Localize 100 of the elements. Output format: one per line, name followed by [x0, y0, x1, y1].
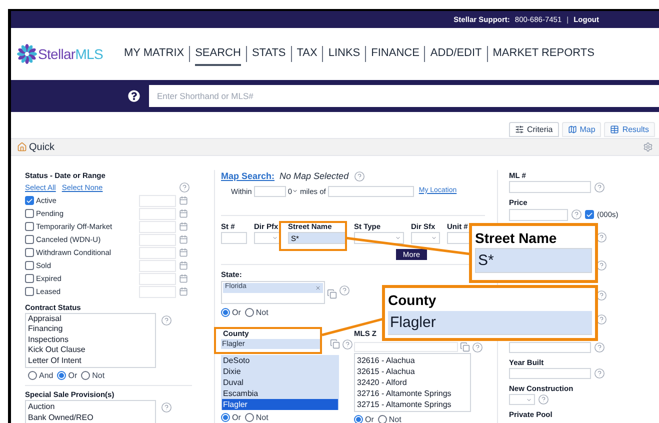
list-option[interactable]: Duval: [222, 376, 338, 388]
shorthand-input[interactable]: Enter Shorthand or MLS#: [149, 85, 659, 107]
starburst-logo-icon: [17, 44, 37, 64]
calendar-icon[interactable]: [179, 235, 188, 244]
radio-label: And: [39, 370, 54, 382]
calendar-icon[interactable]: [179, 248, 188, 257]
select-field[interactable]: [509, 394, 535, 405]
radio-label: Not: [256, 412, 268, 423]
county-list[interactable]: DeSoto Dixie Duval Escambia Flagler: [221, 354, 339, 410]
checkbox[interactable]: [25, 261, 34, 270]
calendar-icon[interactable]: [179, 287, 188, 296]
help-icon[interactable]: [128, 90, 140, 102]
list-option[interactable]: Dixie: [222, 366, 338, 377]
callout-title: Street Name: [475, 230, 558, 246]
date-input[interactable]: [139, 234, 176, 246]
calendar-icon[interactable]: [179, 261, 188, 270]
list-option[interactable]: 32716 - Altamonte Springs: [357, 388, 468, 399]
date-input[interactable]: [139, 208, 176, 220]
list-option[interactable]: Flagler: [222, 398, 338, 410]
checkbox[interactable]: [585, 210, 594, 219]
location-input[interactable]: [328, 186, 414, 197]
checkbox[interactable]: [25, 235, 34, 244]
distance-input[interactable]: [254, 186, 286, 197]
ml-number-input[interactable]: [509, 181, 591, 194]
view-tab[interactable]: Criteria: [508, 122, 559, 137]
list-option[interactable]: Letter Of Intent: [28, 356, 153, 366]
nav-link[interactable]: SEARCH: [195, 42, 241, 66]
list-option[interactable]: 32616 - Alachua: [357, 354, 468, 366]
nav-link[interactable]: ADD/EDIT: [430, 42, 482, 66]
date-input[interactable]: [139, 286, 176, 298]
list-option[interactable]: DeSoto: [222, 354, 338, 366]
checkbox[interactable]: [25, 274, 34, 283]
date-input[interactable]: [139, 194, 176, 206]
nav-link[interactable]: MARKET REPORTS: [492, 42, 594, 66]
zip-input[interactable]: [354, 342, 458, 352]
radio-button[interactable]: [221, 413, 230, 422]
copy-icon[interactable]: [330, 339, 340, 350]
radio-button[interactable]: [57, 371, 66, 380]
view-tab[interactable]: Results: [604, 122, 655, 137]
nav-link[interactable]: STATS: [252, 42, 286, 66]
chevron-down-icon: [431, 235, 437, 241]
copy-icon[interactable]: [327, 288, 337, 298]
nav-link[interactable]: MY MATRIX: [124, 42, 184, 66]
text-input[interactable]: [509, 342, 591, 352]
year-built-input[interactable]: [509, 368, 591, 379]
chevron-down-icon: [395, 235, 401, 241]
checkbox[interactable]: [25, 196, 34, 205]
list-option[interactable]: Kick Out Clause: [28, 345, 153, 356]
checkbox[interactable]: [25, 287, 34, 296]
radio-label: Not: [92, 370, 105, 382]
select-field[interactable]: [354, 232, 404, 244]
checkbox[interactable]: [25, 222, 34, 231]
zip-list[interactable]: 32616 - Alachua 32615 - Alachua 32420 - Alford 32716 - Altamonte Springs 32715 - Altamonte Springs: [354, 352, 471, 412]
date-input[interactable]: [139, 260, 176, 272]
radio-button[interactable]: [244, 308, 254, 317]
list-option[interactable]: Appraisal: [28, 314, 153, 324]
radio-label: Not: [256, 306, 268, 318]
map-status: No Map Selected: [280, 170, 349, 183]
select-field[interactable]: [254, 232, 281, 244]
contract-status-list[interactable]: Appraisal Financing Inspections Kick Out Clause Letter Of Intent: [25, 312, 156, 368]
radio-button[interactable]: [81, 371, 90, 380]
nav-link[interactable]: FINANCE: [371, 42, 420, 66]
special-sale-list[interactable]: Auction Bank Owned/REO: [25, 400, 156, 423]
checkbox[interactable]: [25, 248, 34, 257]
map-search-link[interactable]: Map Search:: [221, 170, 275, 184]
list-option[interactable]: Financing: [28, 324, 153, 335]
highlight-frame: [279, 221, 347, 251]
table-icon: [610, 125, 620, 134]
copy-icon[interactable]: [460, 342, 470, 352]
list-option[interactable]: Inspections: [28, 334, 153, 346]
radio-button[interactable]: [244, 413, 254, 422]
settings-icon[interactable]: [643, 142, 653, 152]
nav-link[interactable]: LINKS: [328, 42, 360, 66]
radio-button[interactable]: [378, 415, 387, 423]
date-input[interactable]: [139, 272, 176, 284]
date-input[interactable]: [139, 220, 176, 232]
date-input[interactable]: [139, 246, 176, 258]
radio-button[interactable]: [354, 415, 363, 423]
price-input[interactable]: [509, 208, 568, 220]
chevron-down-icon: [272, 235, 278, 241]
nav-link[interactable]: TAX: [296, 42, 318, 66]
view-tab[interactable]: Map: [562, 122, 602, 137]
text-input[interactable]: [221, 232, 247, 244]
remove-icon[interactable]: [315, 284, 321, 290]
radio-button[interactable]: [221, 308, 230, 317]
calendar-icon[interactable]: [179, 209, 188, 218]
list-option[interactable]: Auction: [28, 401, 153, 412]
calendar-icon[interactable]: [179, 196, 188, 205]
list-option[interactable]: Bank Owned/REO: [28, 412, 153, 423]
list-option[interactable]: 32715 - Altamonte Springs: [357, 398, 468, 410]
list-option[interactable]: 32420 - Alford: [357, 376, 468, 388]
checkbox[interactable]: [25, 209, 34, 218]
radio-button[interactable]: [28, 371, 37, 380]
select-field[interactable]: [411, 232, 440, 244]
calendar-icon[interactable]: [179, 274, 188, 283]
text-input[interactable]: [447, 232, 470, 244]
house-icon: [17, 142, 27, 152]
calendar-icon[interactable]: [179, 222, 188, 231]
list-option[interactable]: 32615 - Alachua: [357, 366, 468, 377]
list-option[interactable]: Escambia: [222, 388, 338, 399]
